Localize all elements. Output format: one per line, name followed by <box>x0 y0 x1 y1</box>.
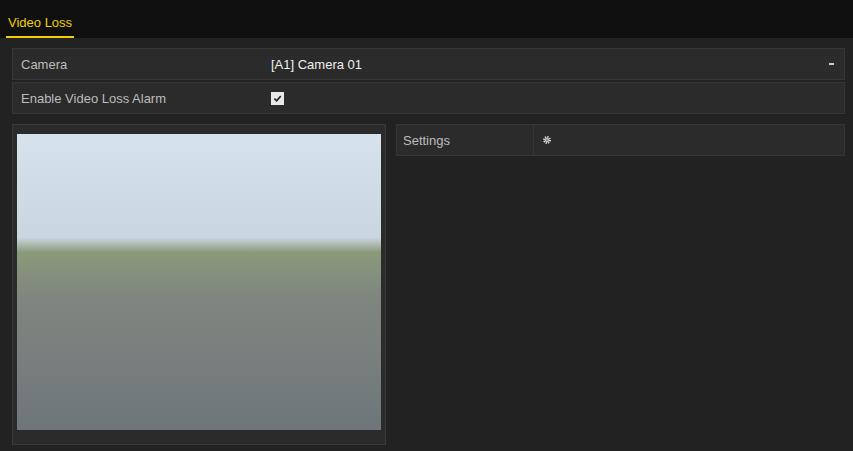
content-panel: Camera [A1] Camera 01 Enable Video Loss Al… <box>0 38 853 451</box>
field-list: Camera [A1] Camera 01 Enable Video Loss Al… <box>12 48 845 114</box>
video-preview <box>12 124 386 445</box>
field-value: [A1] Camera 01 <box>265 49 844 79</box>
check-icon <box>273 94 282 103</box>
checkbox[interactable] <box>271 92 284 105</box>
tab[interactable]: Video Loss <box>6 15 74 38</box>
lower-section: Settings <box>12 124 845 445</box>
field-label: Enable Video Loss Alarm <box>13 83 265 113</box>
field-row: Camera [A1] Camera 01 <box>12 48 845 80</box>
dropdown-arrow-icon <box>829 63 834 65</box>
video-loss-screen: Video Loss Camera [A1] Camera 01 Enable Vid… <box>0 0 853 451</box>
settings-value <box>534 125 844 155</box>
field-row: Enable Video Loss Alarm <box>12 82 845 114</box>
field-label: Camera <box>13 49 265 79</box>
camera-dropdown[interactable]: [A1] Camera 01 <box>271 57 838 72</box>
field-value <box>265 83 844 113</box>
camera-image <box>17 134 381 430</box>
gear-icon[interactable] <box>542 135 552 145</box>
settings-row: Settings <box>396 124 845 156</box>
settings-label: Settings <box>397 125 534 155</box>
tab-bar: Video Loss <box>0 0 853 38</box>
